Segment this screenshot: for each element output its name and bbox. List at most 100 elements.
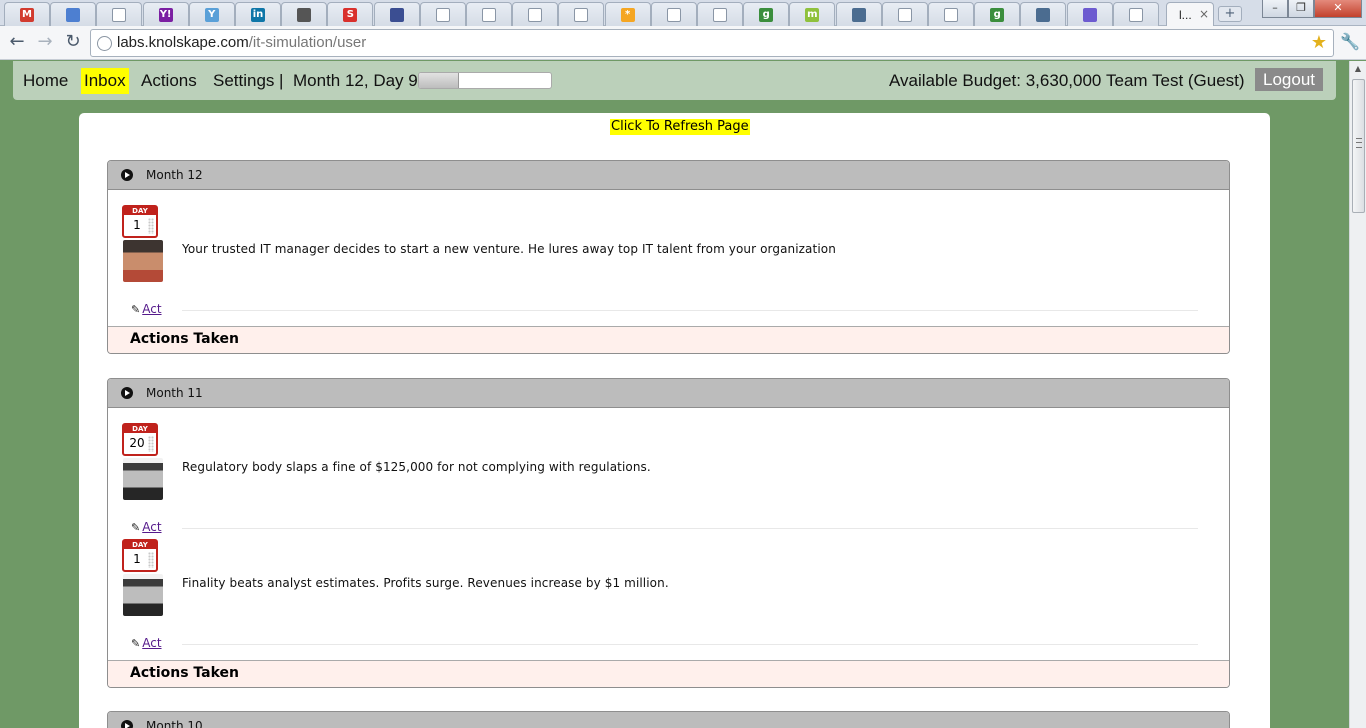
refresh-page-link[interactable]: Click To Refresh Page	[610, 119, 750, 135]
act-link[interactable]: Act	[142, 302, 161, 316]
url-path: /it-simulation/user	[248, 34, 367, 51]
month-header[interactable]: Month 11	[108, 379, 1229, 408]
browser-tab[interactable]: M	[4, 2, 50, 26]
nav-actions[interactable]: Actions	[141, 70, 197, 92]
yahoo-answers-icon: Y	[204, 7, 219, 22]
browser-tab[interactable]	[281, 2, 328, 26]
pencil-icon: ✎	[131, 637, 141, 650]
available-budget: Available Budget: 3,630,000	[889, 71, 1102, 90]
browser-tab[interactable]: g	[743, 2, 790, 26]
browser-tab[interactable]	[697, 2, 743, 26]
calendar-icon: DAY 1	[122, 539, 158, 572]
m-icon: m	[805, 7, 820, 22]
browser-toolbar: ← → ↻ labs.knolskape.com/it-simulation/u…	[0, 26, 1366, 60]
doc-icon	[66, 7, 81, 22]
browser-tab[interactable]: in	[235, 2, 281, 26]
browser-tab[interactable]	[928, 2, 974, 26]
browser-tab[interactable]: m	[789, 2, 836, 26]
page-icon	[713, 7, 727, 22]
forward-arrow-icon[interactable]: →	[34, 32, 56, 52]
event-message: Finality beats analyst estimates. Profit…	[182, 576, 669, 590]
calendar-icon: DAY 20	[122, 423, 158, 456]
browser-tab[interactable]	[881, 2, 928, 26]
page-icon	[1128, 7, 1143, 22]
photo-icon	[1036, 7, 1051, 22]
star-burst-icon: *	[620, 7, 635, 22]
maximize-button[interactable]: ❐	[1288, 0, 1314, 18]
browser-tab[interactable]	[466, 2, 512, 26]
divider	[182, 310, 1198, 311]
day-progress-fill	[419, 73, 459, 88]
bookmark-star-icon[interactable]: ★	[1311, 32, 1327, 53]
scroll-thumb[interactable]	[1352, 79, 1365, 213]
browser-tab[interactable]	[419, 2, 466, 26]
minimize-button[interactable]: –	[1262, 0, 1288, 18]
expand-arrow-icon[interactable]	[121, 169, 133, 181]
page-icon	[482, 7, 496, 22]
linkedin-icon: in	[251, 7, 265, 22]
page-icon	[574, 7, 589, 22]
browser-tabstrip: M Y! Yin S * g m g l... × + – ❐ ✕	[0, 0, 1366, 26]
url-host: labs.knolskape.com	[117, 34, 249, 51]
calendar-day-label: DAY	[124, 425, 156, 433]
browser-tab[interactable]: g	[974, 2, 1021, 26]
close-window-button[interactable]: ✕	[1314, 0, 1362, 18]
month-title: Month 10	[146, 719, 203, 728]
expand-arrow-icon[interactable]	[121, 387, 133, 399]
app-nav-bar: Home Inbox Actions Settings | Month 12, …	[13, 61, 1336, 100]
browser-tab[interactable]: Y	[188, 2, 235, 26]
act-link[interactable]: Act	[142, 636, 161, 650]
browser-tab[interactable]: *	[604, 2, 651, 26]
browser-tab[interactable]	[50, 2, 97, 26]
month-section: Month 12 DAY 1 Your trusted IT manager d…	[107, 160, 1230, 354]
browser-tab[interactable]	[558, 2, 605, 26]
actions-taken-label: Actions Taken	[130, 665, 240, 681]
browser-tab[interactable]	[1066, 2, 1113, 26]
browser-tab[interactable]	[650, 2, 697, 26]
page-icon	[897, 7, 912, 22]
browser-tab[interactable]: S	[327, 2, 374, 26]
calendar-day-label: DAY	[124, 207, 156, 215]
browser-tab[interactable]	[373, 2, 420, 26]
address-url[interactable]: labs.knolskape.com/it-simulation/user	[117, 34, 366, 51]
nav-inbox[interactable]: Inbox	[81, 68, 129, 94]
active-tab[interactable]: l... ×	[1166, 2, 1214, 26]
page-scrollbar[interactable]: ▲	[1349, 61, 1366, 728]
inbox-panel: Click To Refresh Page Month 12 DAY 1 You…	[79, 113, 1270, 728]
actions-taken-label: Actions Taken	[130, 331, 240, 347]
browser-tab[interactable]	[1112, 2, 1159, 26]
address-bar[interactable]: labs.knolskape.com/it-simulation/user ★	[90, 29, 1334, 57]
reload-icon[interactable]: ↻	[62, 32, 84, 52]
back-arrow-icon[interactable]: ←	[6, 32, 28, 52]
scroll-up-arrow-icon[interactable]: ▲	[1350, 61, 1366, 77]
browser-tab[interactable]: Y!	[142, 2, 189, 26]
act-link-row: ✎ Act	[131, 302, 162, 316]
wrench-icon[interactable]: 🔧	[1340, 32, 1360, 51]
expand-arrow-icon[interactable]	[121, 720, 133, 728]
actions-taken-bar[interactable]: Actions Taken	[108, 326, 1229, 353]
google-icon: g	[759, 7, 774, 22]
slideshare-icon: S	[343, 7, 358, 22]
browser-tab[interactable]	[512, 2, 559, 26]
grid-icon	[389, 7, 404, 22]
inbox-event: DAY 20 Regulatory body slaps a fine of $…	[108, 408, 1229, 534]
globe-icon	[97, 36, 112, 51]
month-header[interactable]: Month 12	[108, 161, 1229, 190]
inbox-event: DAY 1 Your trusted IT manager decides to…	[108, 190, 1229, 326]
logout-button[interactable]: Logout	[1255, 68, 1323, 91]
browser-tab[interactable]	[835, 2, 882, 26]
nav-settings[interactable]: Settings	[213, 70, 274, 92]
nav-home[interactable]: Home	[23, 70, 68, 92]
new-tab-button[interactable]: +	[1218, 6, 1242, 22]
graduation-cap-icon	[297, 7, 312, 22]
month-section: Month 11 DAY 20 Regulatory body slaps a …	[107, 378, 1230, 688]
inbox-event: DAY 1 Finality beats analyst estimates. …	[108, 524, 1229, 660]
tab-close-icon[interactable]: ×	[1199, 7, 1209, 21]
page-icon	[944, 7, 958, 22]
actions-taken-bar[interactable]: Actions Taken	[108, 660, 1229, 687]
browser-tab[interactable]	[96, 2, 143, 26]
month-header[interactable]: Month 10	[108, 712, 1229, 728]
page-icon	[528, 7, 543, 22]
grip-icon	[1356, 138, 1362, 148]
browser-tab[interactable]	[1020, 2, 1067, 26]
